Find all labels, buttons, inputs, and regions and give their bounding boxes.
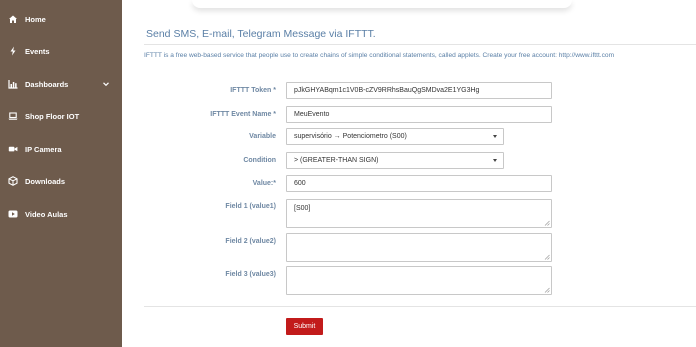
bolt-icon [8, 46, 18, 56]
field1-value: [S00] [294, 205, 311, 212]
value-input[interactable]: 600 [286, 175, 552, 192]
ifttt-token-value: pJkGHYABqm1c1V0B-cZV9RRhsBauQgSMDva2E1YG… [294, 87, 480, 94]
variable-select[interactable]: supervisório → Potenciometro (S00) [286, 128, 504, 145]
sidebar-item-downloads[interactable]: Downloads [0, 171, 122, 191]
condition-label: Condition [243, 157, 276, 164]
sidebar-item-ip-camera[interactable]: IP Camera [0, 139, 122, 159]
sidebar-item-label: Events [25, 46, 50, 56]
sidebar-item-label: Home [25, 14, 46, 24]
sidebar-item-video-aulas[interactable]: Video Aulas [0, 204, 122, 224]
cube-icon [8, 176, 18, 186]
play-icon [8, 209, 18, 219]
resize-grip-icon[interactable] [544, 287, 550, 293]
token-label: IFTTT Token * [230, 87, 276, 94]
sidebar: Home Events Dashboards Shop Floor IOT IP… [0, 0, 122, 347]
top-panel-edge [192, 0, 572, 8]
condition-selected-value: > (GREATER-THAN SIGN) [294, 157, 379, 164]
variable-label: Variable [249, 133, 276, 140]
home-icon [8, 14, 18, 24]
main-content: Send SMS, E-mail, Telegram Message via I… [122, 0, 696, 347]
resize-grip-icon[interactable] [544, 220, 550, 226]
ifttt-event-name-value: MeuEvento [294, 111, 330, 118]
condition-select[interactable]: > (GREATER-THAN SIGN) [286, 152, 504, 169]
laptop-icon [8, 111, 18, 121]
field3-textarea[interactable] [286, 266, 552, 295]
field1-label: Field 1 (value1) [225, 203, 276, 210]
field2-textarea[interactable] [286, 233, 552, 262]
resize-grip-icon[interactable] [544, 254, 550, 260]
submit-button[interactable]: Submit [286, 318, 323, 335]
field2-label: Field 2 (value2) [225, 238, 276, 245]
sidebar-item-events[interactable]: Events [0, 41, 122, 61]
ifttt-token-input[interactable]: pJkGHYABqm1c1V0B-cZV9RRhsBauQgSMDva2E1YG… [286, 82, 552, 99]
value-input-value: 600 [294, 180, 306, 187]
sidebar-item-label: Video Aulas [25, 209, 68, 219]
sidebar-item-label: Downloads [25, 176, 66, 186]
field1-textarea[interactable]: [S00] [286, 199, 552, 228]
chevron-down-icon[interactable] [102, 80, 110, 88]
title-divider [144, 44, 696, 45]
value-label: Value:* [252, 180, 276, 187]
variable-selected-value: supervisório → Potenciometro (S00) [294, 133, 407, 140]
sidebar-item-label: Shop Floor IOT [25, 111, 80, 121]
sidebar-item-label: Dashboards [25, 79, 69, 89]
video-camera-icon [8, 144, 18, 154]
sidebar-item-dashboards[interactable]: Dashboards [0, 74, 122, 94]
event-name-label: IFTTT Event Name * [210, 111, 276, 118]
intro-text: IFTTT is a free web-based service that p… [144, 52, 615, 59]
field3-label: Field 3 (value3) [225, 271, 276, 278]
form-divider [144, 306, 696, 307]
page-title: Send SMS, E-mail, Telegram Message via I… [146, 28, 376, 40]
sidebar-item-shop-floor-iot[interactable]: Shop Floor IOT [0, 106, 122, 126]
ifttt-event-name-input[interactable]: MeuEvento [286, 106, 552, 123]
dropdown-arrow-icon [493, 135, 497, 138]
dropdown-arrow-icon [493, 159, 497, 162]
sidebar-item-label: IP Camera [25, 144, 62, 154]
bar-chart-icon [8, 79, 18, 89]
sidebar-item-home[interactable]: Home [0, 9, 122, 29]
